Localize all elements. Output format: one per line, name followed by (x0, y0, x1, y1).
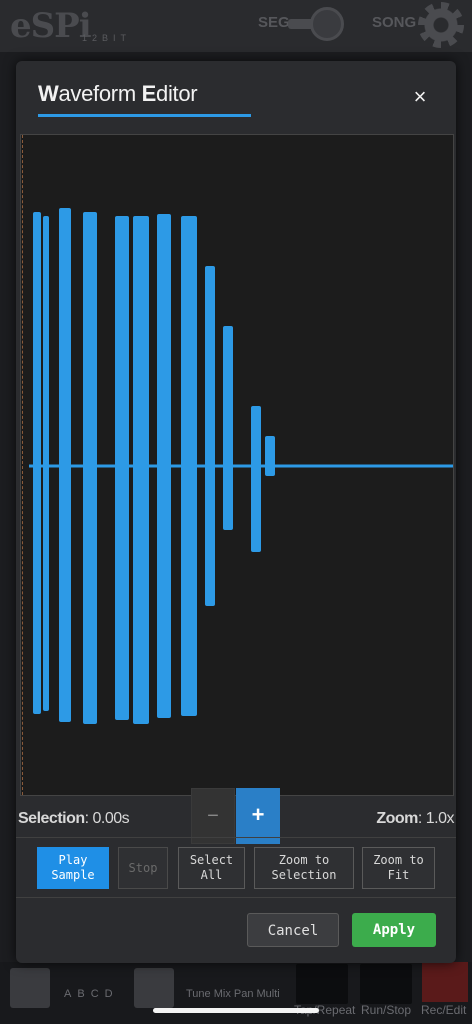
pad-button[interactable] (10, 968, 50, 1008)
stop-button[interactable]: Stop (118, 847, 168, 889)
divider (16, 837, 456, 838)
app-header: eSPi 12BIT SEG SONG (0, 0, 472, 52)
toggle-knob (310, 7, 344, 41)
gear-icon[interactable] (418, 2, 464, 48)
param-labels: Tune Mix Pan Multi (186, 988, 280, 1000)
cancel-button[interactable]: Cancel (247, 913, 339, 947)
close-icon[interactable]: × (408, 85, 432, 109)
seg-song-toggle[interactable] (288, 7, 346, 41)
waveform-burst (33, 212, 41, 714)
waveform-burst (157, 214, 171, 718)
zoom-readout: Zoom: 1.0x (376, 810, 454, 828)
title-part-2: ditor (156, 81, 198, 106)
waveform-burst (43, 216, 49, 711)
selection-value: : 0.00s (84, 810, 130, 827)
run-stop-label: Run/Stop (361, 1003, 412, 1017)
waveform-canvas[interactable] (20, 134, 454, 796)
dialog-title: Waveform Editor (38, 81, 198, 107)
seg-label: SEG (258, 14, 290, 31)
title-part-1: aveform (58, 81, 142, 106)
title-underline (38, 114, 251, 117)
waveform-burst (83, 212, 97, 724)
title-e: E (141, 81, 157, 106)
rec-edit-button[interactable] (422, 962, 468, 1002)
waveform-burst (223, 326, 233, 530)
app-bit-depth: 12BIT (82, 33, 132, 43)
zoom-label: Zoom (376, 810, 418, 827)
app-logo: eSPi (10, 6, 92, 46)
group-d: D (104, 988, 119, 1000)
waveform-burst (115, 216, 129, 720)
zoom-value: : 1.0x (417, 810, 455, 827)
waveform-burst (133, 216, 149, 724)
apply-button[interactable]: Apply (352, 913, 436, 947)
play-sample-button[interactable]: Play Sample (37, 847, 109, 889)
info-row: Selection: 0.00s − + Zoom: 1.0x (16, 788, 456, 844)
zoom-to-selection-button[interactable]: Zoom to Selection (254, 847, 354, 889)
select-all-button[interactable]: Select All (178, 847, 245, 889)
run-stop-button[interactable] (360, 964, 412, 1004)
group-a: A (64, 988, 78, 1000)
home-indicator (153, 1008, 319, 1013)
pad-button-2[interactable] (134, 968, 174, 1008)
editor-toolbar: Play Sample Stop Select All Zoom to Sele… (16, 845, 456, 895)
waveform-editor-dialog: Waveform Editor × Selection: 0.00s − + Z… (16, 61, 456, 963)
zoom-to-fit-button[interactable]: Zoom to Fit (362, 847, 435, 889)
waveform-burst (59, 208, 71, 722)
waveform-burst (251, 406, 261, 552)
waveform-burst (265, 436, 275, 476)
divider (16, 897, 456, 898)
selection-readout: Selection: 0.00s (18, 810, 130, 828)
selection-label: Selection (18, 810, 85, 827)
group-c: C (90, 988, 105, 1000)
waveform-plot (29, 208, 453, 724)
group-b: B (77, 988, 91, 1000)
group-labels: ABCD (64, 988, 119, 1000)
zoom-out-button[interactable]: − (191, 788, 235, 844)
rec-edit-label: Rec/Edit (421, 1003, 467, 1017)
tap-repeat-button[interactable] (296, 964, 348, 1004)
waveform-burst (205, 266, 215, 606)
waveform-burst (181, 216, 197, 716)
zoom-in-button[interactable]: + (236, 788, 280, 844)
title-w: W (38, 81, 59, 106)
song-label: SONG (372, 14, 417, 31)
